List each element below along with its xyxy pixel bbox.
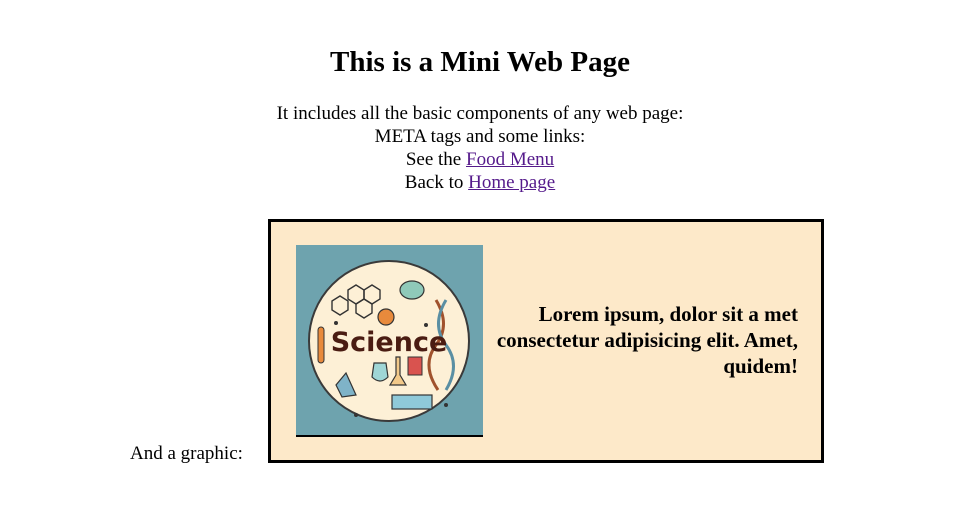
food-menu-prefix: See the — [405, 149, 462, 170]
intro-line-2: META tags and some links: — [374, 126, 586, 147]
science-image-text: Science — [331, 327, 448, 358]
home-page-line: Back to Home page — [0, 171, 960, 194]
graphic-label: And a graphic: — [130, 443, 243, 464]
graphic-box: Science Lorem ipsum, dolor sit a met con… — [268, 219, 824, 463]
page-title: This is a Mini Web Page — [330, 46, 630, 78]
intro-line-1: It includes all the basic components of … — [276, 103, 684, 124]
food-menu-line: See the Food Menu — [0, 148, 960, 171]
home-page-link[interactable]: Home page — [468, 172, 555, 193]
graphic-caption: Lorem ipsum, dolor sit a met consectetur… — [496, 302, 798, 378]
science-image: Science — [296, 245, 483, 437]
home-page-prefix: Back to — [404, 172, 464, 193]
intro-section: It includes all the basic components of … — [0, 102, 960, 194]
food-menu-link[interactable]: Food Menu — [466, 149, 554, 170]
science-illustration-icon: Science — [308, 260, 470, 422]
